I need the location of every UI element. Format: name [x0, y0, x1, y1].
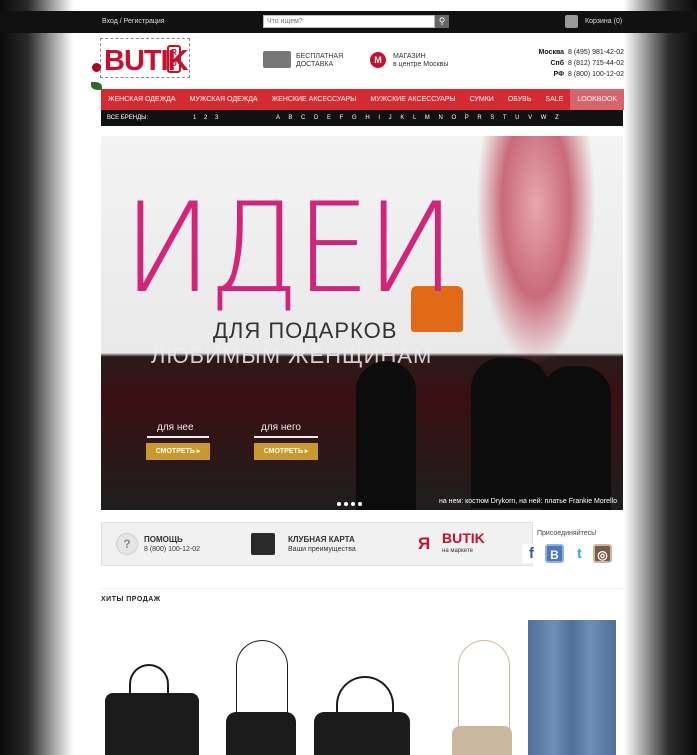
section-divider — [101, 588, 623, 589]
help-icon: ? — [116, 533, 138, 555]
phone-rf: РФ 8 (800) 100-12-02 — [553, 71, 625, 78]
model-figure — [541, 366, 611, 510]
model-figure — [471, 358, 549, 508]
search-input[interactable] — [263, 15, 435, 28]
help-title: ПОМОЩЬ — [144, 535, 183, 544]
info-bar: ? ПОМОЩЬ 8 (800) 100-12-02 КЛУБНАЯ КАРТА… — [101, 522, 533, 566]
nav-item-mens-accessories[interactable]: МУЖСКИЕ АКСЕССУАРЫ — [363, 96, 462, 103]
tag-underline — [147, 436, 209, 438]
metro-icon: M — [370, 52, 386, 68]
social-title: Присоединяйтесь! — [537, 530, 597, 537]
product-image — [458, 640, 510, 740]
help-phone: 8 (800) 100-12-02 — [144, 546, 201, 553]
club-title: КЛУБНАЯ КАРТА — [288, 535, 355, 544]
product-image — [314, 712, 410, 755]
all-brands-label[interactable]: ВСЕ БРЕНДЫ: — [107, 115, 148, 121]
slider-dots — [337, 502, 362, 506]
free-delivery-info[interactable]: БЕСПЛАТНАЯ ДОСТАВКА — [296, 53, 343, 69]
brands-bar: ВСЕ БРЕНДЫ: 1 2 3 A B C D E F G H I J K … — [101, 110, 623, 126]
search-icon: ⚲ — [438, 16, 446, 26]
delivery-line1: БЕСПЛАТНАЯ — [296, 53, 344, 60]
hero-subtitle-1: ДЛЯ ПОДАРКОВ — [213, 318, 398, 343]
nav-item-mens-clothing[interactable]: МУЖСКАЯ ОДЕЖДА — [183, 96, 265, 103]
login-register-link[interactable]: Вход / Регистрация — [102, 18, 165, 25]
cart-icon[interactable] — [565, 15, 578, 28]
facebook-icon[interactable]: f — [522, 544, 541, 563]
product-image — [528, 620, 616, 755]
club-card-block[interactable]: КЛУБНАЯ КАРТА Ваши преимущества — [288, 535, 356, 554]
top-bar: Вход / Регистрация ⚲ Корзина (0) — [0, 11, 697, 33]
club-subtitle: Ваши преимущества — [288, 546, 356, 553]
product-image — [226, 712, 296, 755]
nav-item-womens-clothing[interactable]: ЖЕНСКАЯ ОДЕЖДА — [101, 96, 183, 103]
site-logo[interactable]: BUTIK R U — [100, 38, 190, 78]
help-block[interactable]: ПОМОЩЬ 8 (800) 100-12-02 — [144, 535, 200, 554]
rose-icon — [92, 63, 101, 72]
nav-item-sale[interactable]: SALE — [538, 96, 570, 103]
twitter-icon[interactable]: t — [570, 544, 589, 563]
product-image — [105, 693, 199, 755]
vkontakte-icon[interactable]: B — [545, 544, 564, 563]
logo-ru-badge: R U — [167, 45, 181, 73]
slider-dot[interactable] — [344, 502, 348, 506]
yandex-icon: Я — [418, 534, 431, 553]
bestsellers-title: ХИТЫ ПРОДАЖ — [101, 596, 161, 603]
cart-link[interactable]: Корзина (0) — [585, 18, 622, 25]
model-woman-image — [476, 136, 596, 366]
search-button[interactable]: ⚲ — [435, 15, 449, 28]
nav-item-bags[interactable]: СУМКИ — [463, 96, 501, 103]
product-image — [452, 726, 512, 755]
phone-moscow: Москва 8 (495) 981-42-02 — [538, 49, 624, 56]
brand-numbers[interactable]: 1 2 3 — [193, 115, 221, 121]
truck-icon — [263, 51, 291, 68]
store-line2: в центре Москвы — [393, 61, 449, 68]
nav-item-womens-accessories[interactable]: ЖЕНСКИЕ АКСЕССУАРЫ — [265, 96, 364, 103]
slider-dot[interactable] — [358, 502, 362, 506]
slider-dot[interactable] — [337, 502, 341, 506]
tag-for-her: для нее — [157, 422, 194, 433]
club-card-icon — [251, 533, 275, 555]
store-info[interactable]: МАГАЗИН в центре Москвы — [393, 53, 448, 69]
phone-spb: Спб 8 (812) 715-44-02 — [550, 60, 624, 67]
delivery-line2: ДОСТАВКА — [296, 61, 334, 68]
phone-list: Москва 8 (495) 981-42-02 Спб 8 (812) 715… — [539, 47, 624, 80]
nav-item-shoes[interactable]: ОБУВЬ — [501, 96, 539, 103]
slider-dot[interactable] — [351, 502, 355, 506]
view-her-button[interactable]: СМОТРЕТЬ ▸ — [146, 443, 210, 460]
market-subtitle: на маркете — [442, 548, 473, 554]
instagram-icon[interactable]: ◎ — [593, 544, 612, 563]
hero-caption: на нем: костюм Drykorn, на ней: платье F… — [438, 498, 617, 505]
main-nav: ЖЕНСКАЯ ОДЕЖДА МУЖСКАЯ ОДЕЖДА ЖЕНСКИЕ АК… — [101, 89, 625, 110]
store-line1: МАГАЗИН — [393, 53, 426, 60]
model-figure — [356, 361, 416, 510]
brand-letters[interactable]: A B C D E F G H I J K L M N O P R S T U … — [276, 115, 559, 121]
tag-for-him: для него — [261, 422, 301, 433]
view-him-button[interactable]: СМОТРЕТЬ ▸ — [254, 443, 318, 460]
nav-item-lookbook[interactable]: LOOKBOOK — [570, 89, 625, 110]
hero-banner[interactable]: ИДЕИ ДЛЯ ПОДАРКОВ ЛЮБИМЫМ ЖЕНЩИНАМ для н… — [101, 136, 623, 510]
hero-title: ИДЕИ — [123, 175, 455, 321]
tag-underline — [254, 436, 318, 438]
market-logo[interactable]: BUTIK — [442, 530, 485, 546]
